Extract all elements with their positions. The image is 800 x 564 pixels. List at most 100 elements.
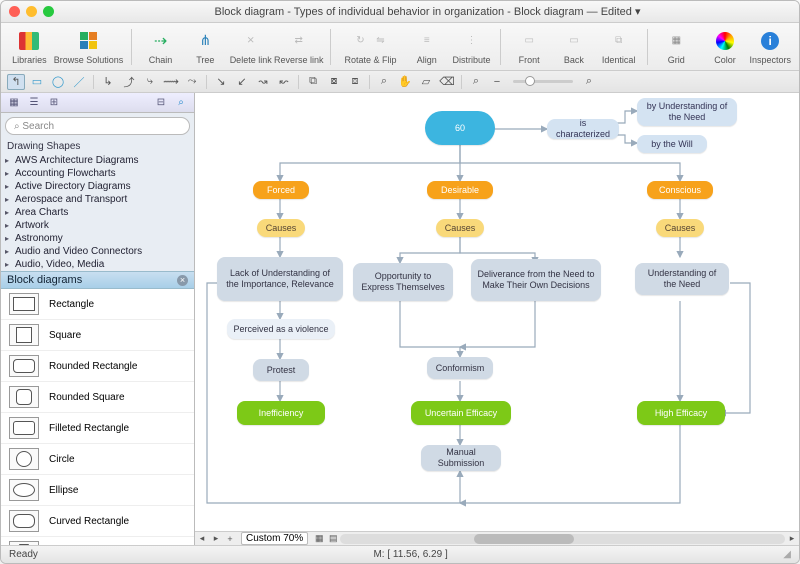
close-panel-button[interactable]: × [177, 275, 188, 286]
node-inefficiency[interactable]: Inefficiency [237, 401, 325, 425]
category-item[interactable]: Audio, Video, Media [1, 258, 194, 271]
shape-item[interactable]: Circle [1, 444, 194, 475]
connector-tool-4[interactable]: ⟿ [162, 74, 180, 90]
node-is-characterized[interactable]: is characterized [547, 119, 619, 139]
path-tool-4[interactable]: ↜ [275, 74, 293, 90]
path-tool-1[interactable]: ↘ [212, 74, 230, 90]
shapes-panel-title: Block diagrams × [1, 271, 194, 289]
tree-button[interactable]: ⋔ Tree [185, 29, 226, 65]
shape-item[interactable]: Rounded Rectangle [1, 351, 194, 382]
shape-item[interactable]: Filleted Rectangle [1, 413, 194, 444]
node-by-will[interactable]: by the Will [637, 135, 707, 153]
category-item[interactable]: Astronomy [1, 232, 194, 245]
path-tool-2[interactable]: ↙ [233, 74, 251, 90]
zoom-fit-icon[interactable]: ⌕ [580, 74, 598, 90]
node-conscious[interactable]: Conscious [647, 181, 713, 199]
group-tool-1[interactable]: ⧉ [304, 74, 322, 90]
view-mode-1[interactable]: ▦ [312, 533, 326, 544]
sidebar-grid-icon[interactable]: ⊟ [152, 95, 170, 111]
node-forced[interactable]: Forced [253, 181, 309, 199]
zoom-in-tool[interactable]: ⌕ [375, 74, 393, 90]
browse-solutions-button[interactable]: Browse Solutions [54, 29, 124, 65]
connector-tool-5[interactable]: ⤳ [183, 74, 201, 90]
page-add-button[interactable]: + [223, 534, 237, 544]
hand-tool[interactable]: ✋ [396, 74, 414, 90]
node-manual[interactable]: Manual Submission [421, 445, 501, 471]
connector-tool-1[interactable]: ↳ [99, 74, 117, 90]
pointer-tool[interactable]: ↰ [7, 74, 25, 90]
view-3-icon[interactable]: ⊞ [45, 95, 63, 111]
shape-item[interactable]: Rectangle [1, 289, 194, 320]
node-uncertain[interactable]: Uncertain Efficacy [411, 401, 511, 425]
grid-button[interactable]: ▦ Grid [656, 29, 697, 65]
align-button[interactable]: ≡ Align [406, 29, 447, 65]
node-causes-3[interactable]: Causes [656, 219, 704, 237]
category-item[interactable]: Area Charts [1, 206, 194, 219]
rect-tool[interactable]: ▭ [28, 74, 46, 90]
group-tool-2[interactable]: ⧇ [325, 74, 343, 90]
page-next-button[interactable]: ▸ [209, 533, 223, 544]
front-button[interactable]: ▭ Front [509, 29, 550, 65]
node-deliverance[interactable]: Deliverance from the Need to Make Their … [471, 259, 601, 301]
node-lack[interactable]: Lack of Understanding of the Importance,… [217, 257, 343, 301]
node-by-need[interactable]: by Understanding of the Need [637, 98, 737, 126]
search-input[interactable]: ⌕ Search [5, 117, 190, 135]
minimize-window-button[interactable] [26, 6, 37, 17]
crop-tool[interactable]: ▱ [417, 74, 435, 90]
back-button[interactable]: ▭ Back [554, 29, 595, 65]
close-window-button[interactable] [9, 6, 20, 17]
canvas[interactable]: 60 is characterized by Understanding of … [195, 93, 799, 545]
zoom-window-button[interactable] [43, 6, 54, 17]
libraries-button[interactable]: Libraries [9, 29, 50, 65]
node-conformism[interactable]: Conformism [427, 357, 493, 379]
path-tool-3[interactable]: ↝ [254, 74, 272, 90]
shape-item[interactable]: Square [1, 320, 194, 351]
shape-item[interactable]: Ellipse [1, 475, 194, 506]
node-causes-2[interactable]: Causes [436, 219, 484, 237]
sidebar-search-icon[interactable]: ⌕ [172, 95, 190, 111]
view-mode-2[interactable]: ▤ [326, 533, 340, 544]
category-item[interactable]: Audio and Video Connectors [1, 245, 194, 258]
category-item[interactable]: Aerospace and Transport [1, 193, 194, 206]
identical-button[interactable]: ⧉ Identical [598, 29, 639, 65]
chain-button[interactable]: ⇢ Chain [140, 29, 181, 65]
line-tool[interactable]: ／ [70, 74, 88, 90]
inspectors-button[interactable]: i Inspectors [749, 29, 791, 65]
shape-item[interactable]: Hexagon [1, 537, 194, 545]
color-button[interactable]: Color [705, 29, 746, 65]
eraser-tool[interactable]: ⌫ [438, 74, 456, 90]
scroll-right-button[interactable]: ▸ [785, 533, 799, 544]
rotate-flip-button[interactable]: ↻⇋ Rotate & Flip [339, 29, 403, 65]
zoom-out-icon[interactable]: ⌕ [467, 74, 485, 90]
zoom-select[interactable]: Custom 70% [241, 532, 308, 545]
node-high[interactable]: High Efficacy [637, 401, 725, 425]
node-main[interactable]: 60 [425, 111, 495, 145]
view-1-icon[interactable]: ▦ [5, 95, 23, 111]
group-tool-3[interactable]: ⧈ [346, 74, 364, 90]
page-prev-button[interactable]: ◂ [195, 533, 209, 544]
delete-link-button[interactable]: ⨯ Delete link [230, 29, 272, 65]
h-scrollbar[interactable] [340, 534, 785, 544]
resize-handle[interactable]: ◢ [783, 549, 791, 560]
node-violence[interactable]: Perceived as a violence [227, 319, 335, 339]
distribute-button[interactable]: ⋮ Distribute [451, 29, 492, 65]
connector-tool-2[interactable]: ⤴ [120, 74, 138, 90]
shape-item[interactable]: Curved Rectangle [1, 506, 194, 537]
zoom-minus-icon[interactable]: − [488, 74, 506, 90]
category-heading: Drawing Shapes [1, 139, 194, 154]
node-causes-1[interactable]: Causes [257, 219, 305, 237]
category-item[interactable]: Artwork [1, 219, 194, 232]
category-item[interactable]: Active Directory Diagrams [1, 180, 194, 193]
connector-tool-3[interactable]: ⤷ [141, 74, 159, 90]
category-item[interactable]: Accounting Flowcharts [1, 167, 194, 180]
category-item[interactable]: AWS Architecture Diagrams [1, 154, 194, 167]
ellipse-tool[interactable]: ◯ [49, 74, 67, 90]
zoom-slider[interactable] [513, 80, 573, 83]
node-opportunity[interactable]: Opportunity to Express Themselves [353, 263, 453, 301]
view-2-icon[interactable]: ☰ [25, 95, 43, 111]
shape-item[interactable]: Rounded Square [1, 382, 194, 413]
node-protest[interactable]: Protest [253, 359, 309, 381]
node-desirable[interactable]: Desirable [427, 181, 493, 199]
node-understanding[interactable]: Understanding of the Need [635, 263, 729, 295]
reverse-link-button[interactable]: ⇄ Reverse link [276, 29, 322, 65]
